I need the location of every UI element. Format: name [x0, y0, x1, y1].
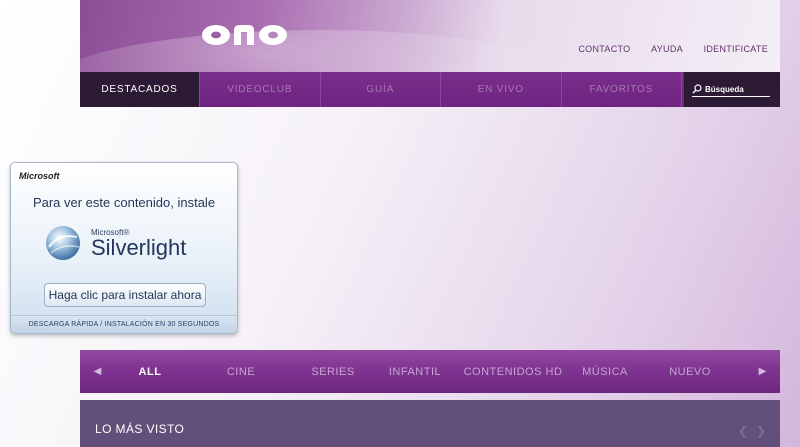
ayuda-link[interactable]: AYUDA	[651, 44, 683, 54]
category-nav: ◀ ALL CINE SERIES INFANTIL CONTENIDOS HD…	[80, 350, 780, 393]
search-input[interactable]: Búsqueda	[692, 82, 770, 97]
main-nav: DESTACADOS VIDEOCLUB GUÍA EN VIVO FAVORI…	[80, 72, 780, 107]
install-footer: DESCARGA RÁPIDA / INSTALACIÓN EN 30 SEGU…	[11, 315, 237, 333]
category-musica[interactable]: MÚSICA	[565, 366, 645, 378]
header-swoosh	[80, 30, 600, 72]
ono-logo-icon	[202, 25, 287, 45]
category-series[interactable]: SERIES	[297, 366, 369, 378]
identificate-link[interactable]: IDENTIFICATE	[704, 44, 768, 54]
category-all[interactable]: ALL	[115, 366, 185, 378]
nav-favoritos[interactable]: FAVORITOS	[562, 72, 682, 107]
search-placeholder: Búsqueda	[705, 84, 744, 94]
silverlight-install-prompt[interactable]: Microsoft Para ver este contenido, insta…	[10, 162, 238, 334]
install-message: Para ver este contenido, instale	[32, 195, 216, 210]
contacto-link[interactable]: CONTACTO	[578, 44, 630, 54]
category-infantil[interactable]: INFANTIL	[369, 366, 461, 378]
link-separator: |	[639, 44, 643, 54]
category-cine[interactable]: CINE	[185, 366, 297, 378]
silverlight-logo-icon	[46, 226, 80, 260]
category-contenidos-hd[interactable]: CONTENIDOS HD	[461, 366, 565, 378]
category-nuevo[interactable]: NUEVO	[645, 366, 735, 378]
brand-name: Silverlight	[91, 234, 187, 260]
nav-videoclub[interactable]: VIDEOCLUB	[200, 72, 321, 107]
most-viewed-title: LO MÁS VISTO	[95, 422, 185, 436]
nav-guia[interactable]: GUÍA	[321, 72, 441, 107]
ono-logo[interactable]	[202, 24, 288, 46]
site-header: CONTACTO | AYUDA | IDENTIFICATE	[80, 0, 780, 72]
nav-en-vivo[interactable]: EN VIVO	[441, 72, 562, 107]
nav-destacados[interactable]: DESTACADOS	[80, 72, 200, 107]
microsoft-logo: Microsoft	[19, 171, 60, 181]
header-links: CONTACTO | AYUDA | IDENTIFICATE	[578, 44, 768, 54]
silverlight-brand: Microsoft® Silverlight	[43, 223, 186, 263]
most-viewed-section: LO MÁS VISTO ❮ ❯	[80, 400, 780, 447]
link-separator: |	[691, 44, 695, 54]
search-box[interactable]: Búsqueda	[683, 72, 780, 107]
search-icon	[692, 84, 702, 94]
chevron-right-icon[interactable]: ❯	[756, 424, 766, 438]
most-viewed-pager: ❮ ❯	[738, 424, 766, 438]
chevron-left-icon[interactable]: ◀	[80, 366, 115, 377]
chevron-left-icon[interactable]: ❮	[738, 424, 748, 438]
install-button[interactable]: Haga clic para instalar ahora	[44, 283, 206, 307]
chevron-right-icon[interactable]: ▶	[745, 366, 780, 377]
